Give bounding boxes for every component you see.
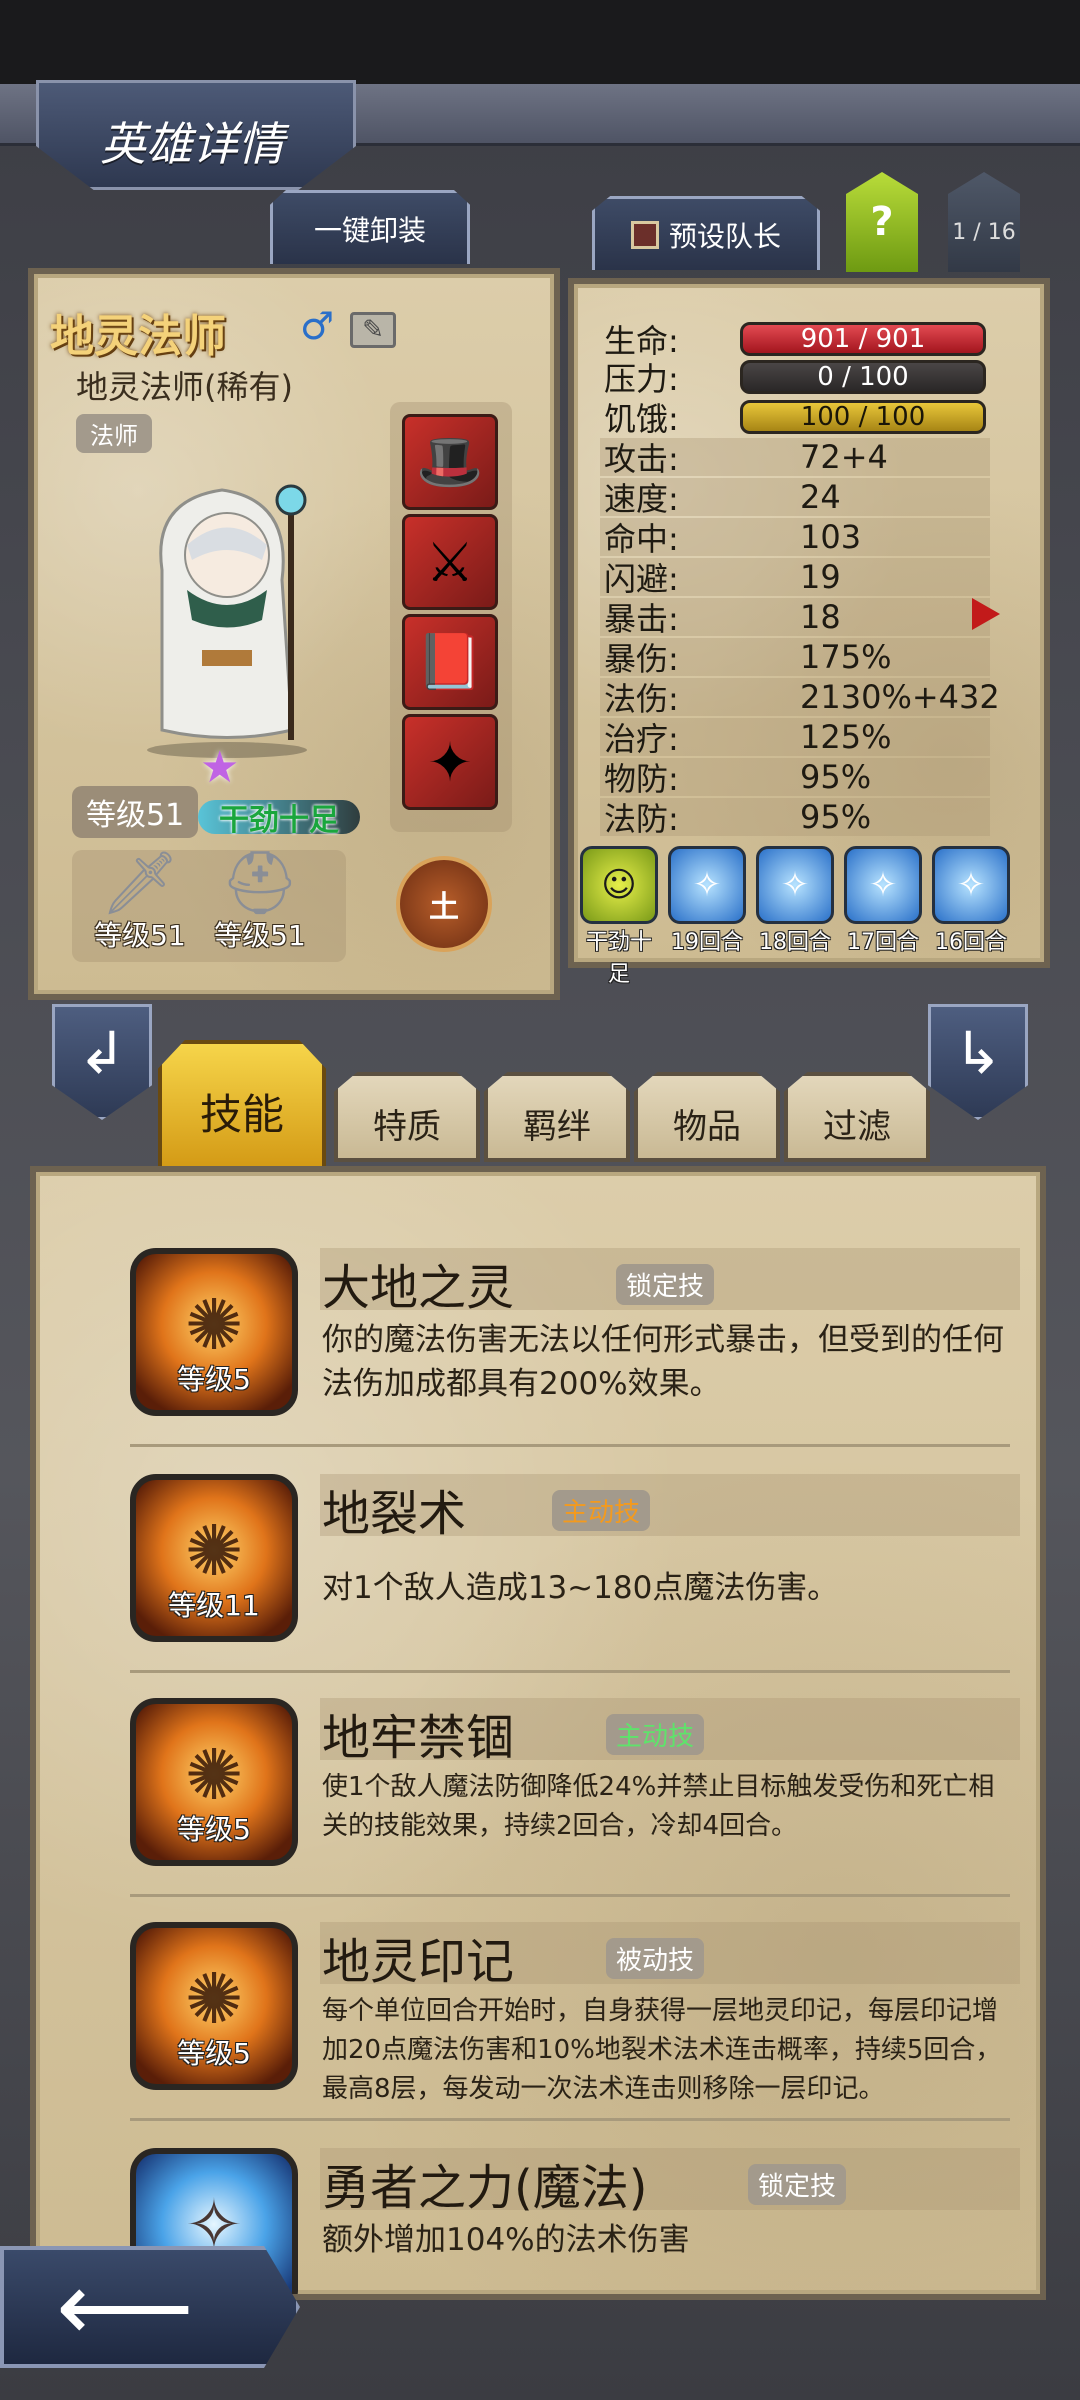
- skill-type-tag: 主动技: [606, 1714, 705, 1755]
- expand-arrow-icon[interactable]: [972, 598, 1000, 630]
- preset-captain-button[interactable]: 预设队长: [592, 196, 820, 270]
- hp-bar: 901 / 901: [740, 322, 986, 356]
- buff-duration-label: 17回合: [847, 930, 919, 955]
- stat-row: 物防: 95%: [604, 758, 871, 798]
- skill-description: 额外增加104%的法术伤害: [322, 2222, 690, 2258]
- preset-captain-label: 预设队长: [668, 219, 781, 253]
- stress-bar: 0 / 100: [740, 360, 986, 394]
- page-title: 英雄详情: [100, 117, 284, 171]
- stat-row: 闪避: 19: [604, 558, 841, 598]
- tab-items[interactable]: 物品: [634, 1072, 780, 1162]
- skill-divider: [130, 1894, 1010, 1897]
- stat-value: 18: [800, 598, 841, 636]
- tab-bonds[interactable]: 羁绊: [484, 1072, 630, 1162]
- stat-value: 103: [800, 518, 862, 556]
- blue-crystal-icon[interactable]: ✧: [932, 846, 1010, 924]
- skill-type-tag: 锁定技: [748, 2164, 847, 2205]
- stat-value: 95%: [800, 758, 872, 796]
- back-button[interactable]: ⟵: [0, 2246, 300, 2368]
- skill-description: 对1个敌人造成13~180点魔法伤害。: [322, 1570, 839, 1606]
- hero-level: 等级51: [72, 786, 199, 838]
- sword-icon: 🗡: [100, 846, 180, 919]
- stat-value: 175%: [800, 638, 892, 676]
- stat-stress: 压力:: [604, 360, 679, 398]
- stat-hunger: 饥饿:: [604, 400, 679, 438]
- stat-value: 72+4: [800, 438, 888, 476]
- skill-type-tag: 主动技: [552, 1490, 651, 1531]
- stat-row: 暴伤: 175%: [604, 638, 891, 678]
- tab-skills[interactable]: 技能: [158, 1040, 326, 1170]
- rename-pencil-icon[interactable]: ✎: [350, 312, 396, 348]
- skill-name: 大地之灵: [322, 1260, 515, 1316]
- buff-duration-label: 18回合: [759, 930, 831, 955]
- weapon-level: 等级51: [94, 919, 186, 952]
- helmet-level: 等级51: [214, 919, 306, 952]
- skill-description: 你的魔法伤害无法以任何形式暴击，但受到的任何法伤加成都具有200%效果。: [322, 1322, 1004, 1402]
- helmet-icon: ⛑: [220, 846, 300, 919]
- skill-emblem-icon: ✺: [184, 1510, 244, 1592]
- stat-value: 19: [800, 558, 841, 596]
- skill-icon[interactable]: ✺ 等级5: [130, 1698, 298, 1866]
- skill-icon[interactable]: ✺ 等级5: [130, 1922, 298, 2090]
- crossed-blades-icon[interactable]: ⚔: [402, 514, 498, 610]
- stat-row: 速度: 24: [604, 478, 841, 518]
- stat-value: 95%: [800, 798, 872, 836]
- skill-emblem-icon: ✺: [184, 1284, 244, 1366]
- weapon-slot[interactable]: 🗡 等级51: [80, 852, 200, 954]
- skill-divider: [130, 1670, 1010, 1673]
- helmet-slot[interactable]: ⛑ 等级51: [200, 852, 320, 954]
- stat-label: 法防:: [604, 800, 679, 838]
- stat-row: 暴击: 18: [604, 598, 841, 638]
- stat-hp: 生命:: [604, 322, 679, 360]
- skill-description: 使1个敌人魔法防御降低24%并禁止目标触发受伤和死亡相关的技能效果，持续2回合，…: [322, 1772, 995, 1841]
- unequip-all-button[interactable]: 一键卸装: [270, 190, 470, 264]
- hero-status: 干劲十足: [198, 800, 360, 838]
- element-earth-button[interactable]: 土: [396, 856, 492, 952]
- stat-row: 攻击: 72+4: [604, 438, 888, 478]
- skill-name: 地裂术: [322, 1486, 467, 1542]
- stat-row: 法防: 95%: [604, 798, 871, 838]
- buff-duration-label: 干劲十足: [585, 930, 652, 987]
- skill-emblem-icon: ✺: [184, 1734, 244, 1816]
- skill-divider: [130, 1444, 1010, 1447]
- hunger-bar: 100 / 100: [740, 400, 986, 434]
- skill-name: 地牢禁锢: [322, 1710, 515, 1766]
- spellbook-icon[interactable]: 📕: [402, 614, 498, 710]
- rarity-star-icon: ★: [200, 742, 240, 793]
- system-status-bar: [0, 0, 1080, 84]
- stat-value: 2130%+432: [800, 678, 1000, 716]
- staff-icon[interactable]: ✦: [402, 714, 498, 810]
- buff-duration-label: 16回合: [935, 930, 1007, 955]
- skill-type-tag: 锁定技: [616, 1264, 715, 1305]
- hero-name: 地灵法师: [50, 311, 226, 362]
- blue-crystal-icon[interactable]: ✧: [756, 846, 834, 924]
- blue-crystal-icon[interactable]: ✧: [668, 846, 746, 924]
- male-symbol-icon: ♂: [300, 304, 335, 348]
- hero-subtitle: 地灵法师(稀有): [76, 368, 293, 406]
- smiley-face-icon[interactable]: ☺: [580, 846, 658, 924]
- stat-value: 125%: [800, 718, 892, 756]
- wizard-hat-icon[interactable]: 🎩: [402, 414, 498, 510]
- buff-duration-label: 19回合: [671, 930, 743, 955]
- stat-row: 法伤: 2130%+432: [604, 678, 1000, 718]
- stat-row: 命中: 103: [604, 518, 861, 558]
- skill-name: 勇者之力(魔法): [322, 2160, 648, 2216]
- skill-name: 地灵印记: [322, 1934, 515, 1990]
- class-badge: 法师: [76, 414, 152, 453]
- stat-value: 24: [800, 478, 841, 516]
- tab-filter[interactable]: 过滤: [784, 1072, 930, 1162]
- skill-type-tag: 被动技: [606, 1938, 705, 1979]
- blue-crystal-icon[interactable]: ✧: [844, 846, 922, 924]
- skills-panel: ✺ 等级5 大地之灵 锁定技 你的魔法伤害无法以任何形式暴击，但受到的任何法伤加成都具有…: [30, 1166, 1046, 2300]
- stat-row: 治疗: 125%: [604, 718, 891, 758]
- tab-traits[interactable]: 特质: [334, 1072, 480, 1162]
- skill-divider: [130, 2118, 1010, 2121]
- hero-portrait[interactable]: [92, 460, 362, 760]
- skill-icon[interactable]: ✺ 等级11: [130, 1474, 298, 1642]
- skill-description: 每个单位回合开始时，自身获得一层地灵印记，每层印记增加20点魔法伤害和10%地裂…: [322, 1996, 1002, 2104]
- skill-emblem-icon: ✺: [184, 1958, 244, 2040]
- checkbox-icon[interactable]: [630, 220, 659, 249]
- skill-icon[interactable]: ✺ 等级5: [130, 1248, 298, 1416]
